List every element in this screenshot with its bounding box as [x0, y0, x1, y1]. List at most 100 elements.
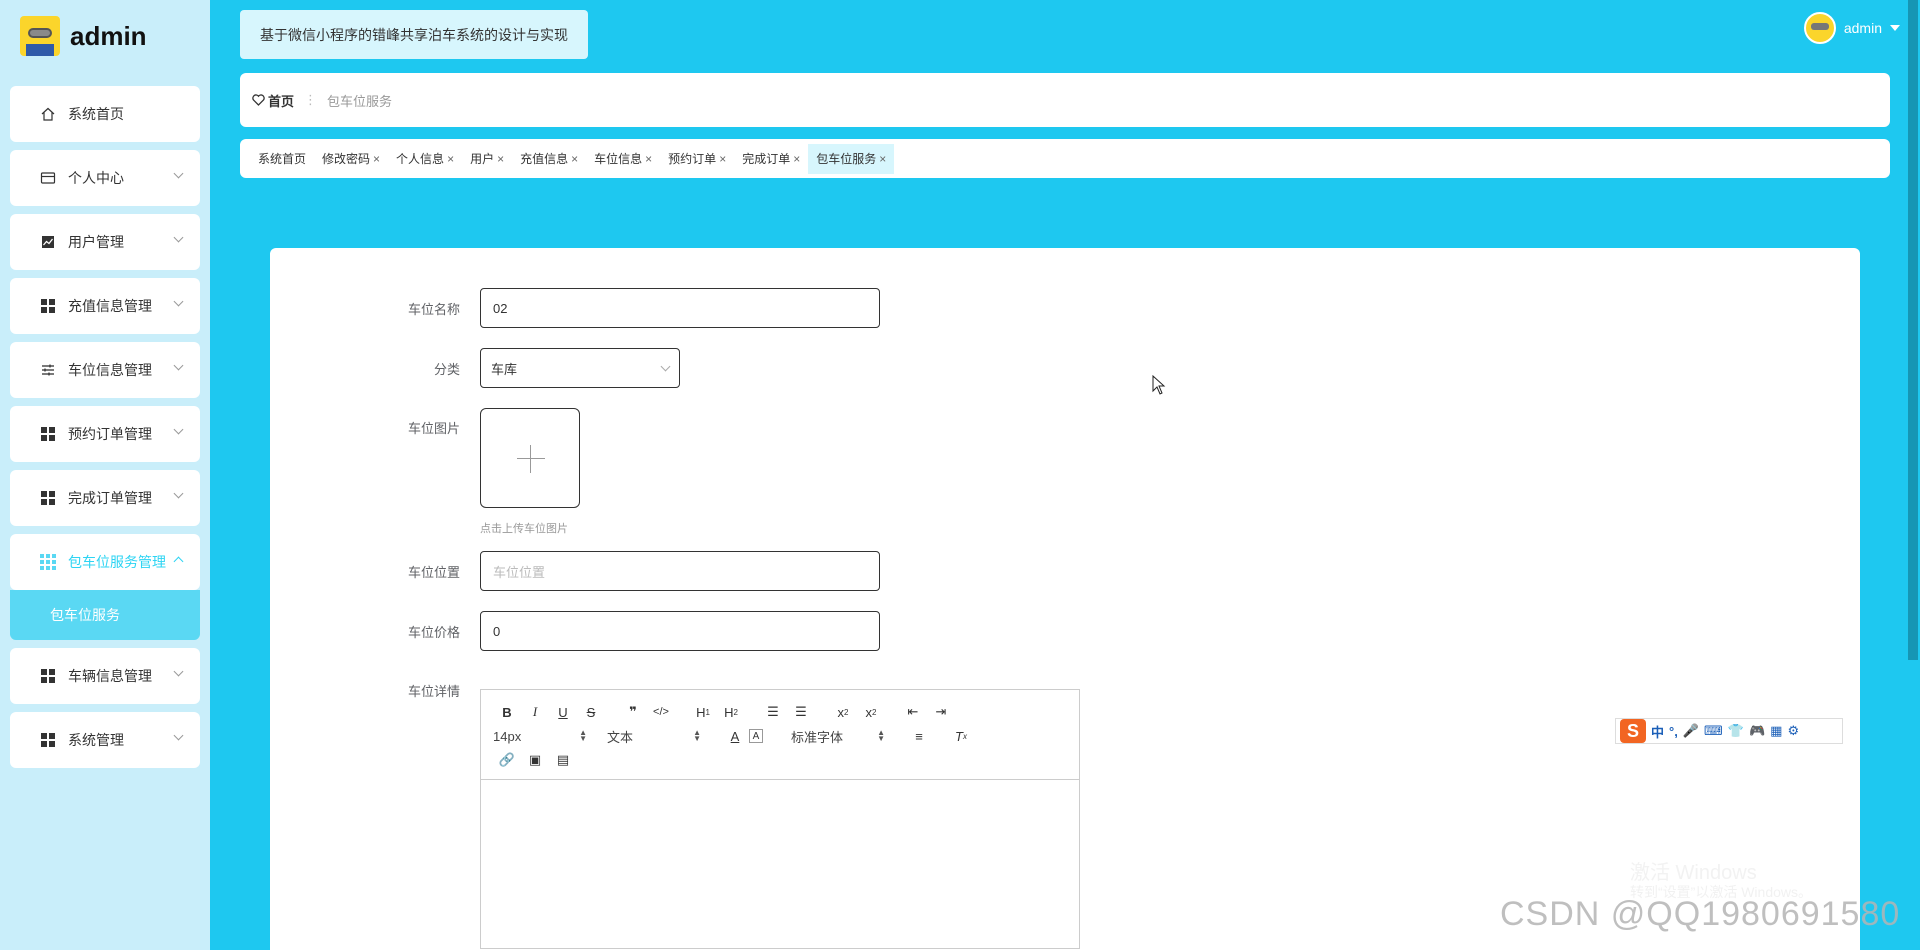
tab-personal-info[interactable]: 个人信息 ×	[388, 144, 462, 174]
subscript-icon[interactable]: x2	[829, 702, 857, 722]
close-icon[interactable]: ×	[497, 152, 504, 166]
field-label: 车位位置	[407, 564, 460, 580]
location-input[interactable]: 车位位置	[480, 551, 880, 591]
chevron-down-icon	[660, 361, 671, 371]
sidebar-item-home[interactable]: 系统首页	[10, 86, 200, 142]
sidebar-item-charter-service[interactable]: 包车位服务管理	[10, 534, 200, 590]
settings-icon[interactable]: ⚙	[1787, 723, 1799, 739]
category-select[interactable]: 车库	[480, 348, 680, 388]
superscript-icon[interactable]: x2	[857, 702, 885, 722]
quote-icon[interactable]: ❞	[619, 702, 647, 722]
price-input[interactable]: 0	[480, 611, 880, 651]
font-size-select[interactable]: 14px ▲ ▼	[493, 729, 593, 744]
sidebar-item-label: 完成订单管理	[68, 490, 152, 506]
tab-charter-service[interactable]: 包车位服务 ×	[808, 143, 895, 174]
sidebar-item-parking-management[interactable]: 车位信息管理	[10, 342, 200, 398]
underline-icon[interactable]: U	[549, 702, 577, 722]
microphone-icon[interactable]: 🎤	[1683, 723, 1699, 739]
strikethrough-icon[interactable]: S	[577, 702, 605, 722]
breadcrumb: 首页 ⋮ 包车位服务	[240, 73, 1890, 127]
rich-text-editor: B I U S ❞ </> H1 H2 ☰ ☰ x2 x2 ⇤ ⇥ 14px ▲ ▼	[480, 689, 1080, 949]
user-name: admin	[1843, 20, 1882, 36]
close-icon[interactable]: ×	[879, 152, 886, 166]
close-icon[interactable]: ×	[447, 152, 454, 166]
sidebar-item-label: 系统管理	[68, 732, 124, 748]
tab-parking[interactable]: 车位信息 ×	[586, 144, 660, 174]
outdent-icon[interactable]: ⇤	[899, 702, 927, 722]
background-color-icon[interactable]: A	[749, 729, 763, 743]
close-icon[interactable]: ×	[793, 152, 800, 166]
link-icon[interactable]: 🔗	[493, 750, 521, 770]
tab-home[interactable]: 系统首页	[250, 144, 314, 174]
form-row-category: 分类 车库	[434, 348, 680, 388]
field-label: 车位详情	[407, 684, 460, 699]
ime-mode[interactable]: 中	[1651, 722, 1664, 741]
updown-icon: ▲ ▼	[693, 728, 701, 743]
sidebar-item-completed-orders[interactable]: 完成订单管理	[10, 470, 200, 526]
sidebar-item-personal-center[interactable]: 个人中心	[10, 150, 200, 206]
font-color-icon[interactable]: A	[721, 726, 749, 746]
tab-recharge[interactable]: 充值信息 ×	[512, 144, 586, 174]
heading2-icon[interactable]: H2	[717, 702, 745, 722]
field-label: 分类	[433, 361, 460, 377]
tab-completed[interactable]: 完成订单 ×	[734, 144, 808, 174]
sidebar-item-label: 包车位服务管理	[68, 554, 166, 570]
sidebar-item-reservation-management[interactable]: 预约订单管理	[10, 406, 200, 462]
breadcrumb-current: 包车位服务	[327, 93, 393, 109]
video-icon[interactable]: ▤	[549, 750, 577, 770]
grid-icon	[40, 490, 56, 506]
caret-down-icon	[1890, 25, 1900, 31]
clear-format-icon[interactable]: Tx	[947, 726, 975, 746]
indent-icon[interactable]: ⇥	[927, 702, 955, 722]
code-icon[interactable]: </>	[647, 702, 675, 722]
sidebar-item-system-management[interactable]: 系统管理	[10, 712, 200, 768]
avatar	[1803, 12, 1836, 44]
italic-icon[interactable]: I	[521, 702, 549, 722]
align-icon[interactable]: ≡	[905, 726, 933, 746]
image-icon[interactable]: ▣	[521, 750, 549, 770]
tab-label: 充值信息	[520, 152, 569, 166]
text-style-value: 文本	[607, 729, 634, 745]
ime-toolbar[interactable]: S 中 °, 🎤 ⌨ 👕 🎮 ▦ ⚙	[1615, 718, 1843, 744]
home-icon	[40, 106, 56, 122]
close-icon[interactable]: ×	[373, 152, 380, 166]
sidebar-subitem-label: 包车位服务	[50, 607, 120, 623]
user-menu[interactable]: admin	[1803, 12, 1900, 44]
tab-user[interactable]: 用户 ×	[462, 144, 512, 174]
tab-reservation[interactable]: 预约订单 ×	[660, 144, 734, 174]
sidebar-item-user-management[interactable]: 用户管理	[10, 214, 200, 270]
keyboard-icon[interactable]: ⌨	[1704, 723, 1723, 739]
sidebar-subitem-charter-service[interactable]: 包车位服务	[10, 590, 200, 640]
close-icon[interactable]: ×	[645, 152, 652, 166]
editor-content[interactable]	[481, 780, 1079, 948]
system-title: 基于微信小程序的错峰共享泊车系统的设计与实现	[240, 10, 588, 59]
tab-label: 用户	[470, 152, 495, 166]
font-family-select[interactable]: 标准字体 ▲ ▼	[791, 727, 891, 746]
form-row-image: 车位图片 点击上传车位图片	[408, 408, 580, 536]
sidebar-item-recharge-management[interactable]: 充值信息管理	[10, 278, 200, 334]
category-value: 车库	[491, 361, 518, 377]
bullet-list-icon[interactable]: ☰	[787, 702, 815, 722]
apps-icon[interactable]: ▦	[1770, 723, 1782, 739]
grid9-icon	[40, 554, 56, 570]
heading1-icon[interactable]: H1	[689, 702, 717, 722]
gamepad-icon[interactable]: 🎮	[1749, 723, 1765, 739]
ime-punct[interactable]: °,	[1669, 724, 1678, 739]
close-icon[interactable]: ×	[571, 152, 578, 166]
image-upload-button[interactable]	[480, 408, 580, 508]
ordered-list-icon[interactable]: ☰	[759, 702, 787, 722]
bold-icon[interactable]: B	[493, 702, 521, 722]
close-icon[interactable]: ×	[719, 152, 726, 166]
grid-icon	[40, 732, 56, 748]
grid-icon	[40, 426, 56, 442]
breadcrumb-home[interactable]: 首页	[252, 91, 294, 110]
shirt-icon[interactable]: 👕	[1728, 723, 1744, 739]
field-label: 车位图片	[407, 421, 460, 436]
parking-name-input[interactable]: 02	[480, 288, 880, 328]
sidebar-item-vehicle-management[interactable]: 车辆信息管理	[10, 648, 200, 704]
scrollbar[interactable]	[1908, 0, 1918, 660]
editor-toolbar: B I U S ❞ </> H1 H2 ☰ ☰ x2 x2 ⇤ ⇥ 14px ▲ ▼	[481, 690, 1079, 780]
text-style-select[interactable]: 文本 ▲ ▼	[607, 727, 707, 746]
tab-change-password[interactable]: 修改密码 ×	[314, 144, 388, 174]
breadcrumb-separator: ⋮	[304, 92, 318, 107]
